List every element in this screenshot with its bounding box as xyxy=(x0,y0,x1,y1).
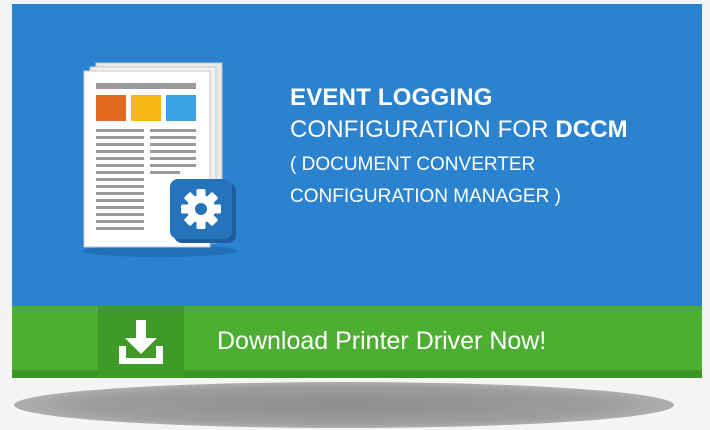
description-line-2: CONFIGURATION MANAGER ) xyxy=(290,186,561,207)
download-printer-driver-button[interactable]: Download Printer Driver Now! xyxy=(12,306,702,378)
document-with-gear-icon xyxy=(82,62,238,257)
download-button-label: Download Printer Driver Now! xyxy=(217,327,547,355)
download-icon-box xyxy=(98,306,184,378)
banner-subtitle: CONFIGURATION FOR DCCM xyxy=(290,118,700,142)
subtitle-product: DCCM xyxy=(555,116,628,143)
dccm-banner: EVENT LOGGING CONFIGURATION FOR DCCM ( D… xyxy=(12,4,702,392)
subtitle-prefix: CONFIGURATION FOR xyxy=(290,116,556,143)
banner-title: EVENT LOGGING xyxy=(290,84,493,111)
description-line-1: ( DOCUMENT CONVERTER xyxy=(290,154,536,175)
banner-text: EVENT LOGGING CONFIGURATION FOR DCCM ( D… xyxy=(290,86,700,219)
banner-blue-panel: EVENT LOGGING CONFIGURATION FOR DCCM ( D… xyxy=(12,4,702,306)
download-icon xyxy=(119,320,163,364)
